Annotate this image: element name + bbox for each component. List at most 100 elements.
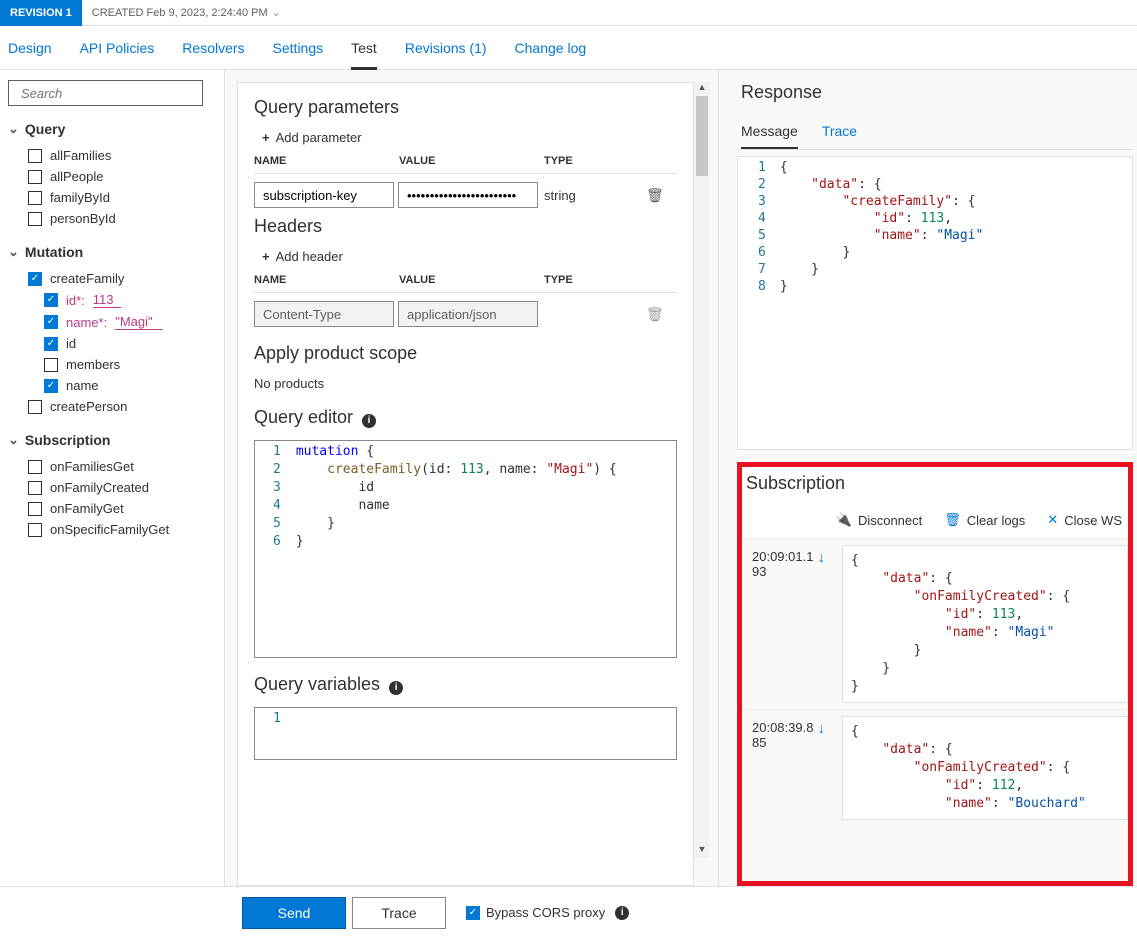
add-parameter-link[interactable]: Add parameter (254, 130, 677, 145)
field-label: name (66, 378, 99, 393)
tree-item-onfamilycreated[interactable]: onFamilyCreated (8, 477, 216, 498)
disconnect-button[interactable]: 🔌Disconnect (836, 512, 923, 528)
param-row-id[interactable]: id*: (8, 289, 216, 311)
event-timestamp: 20:08:39.885↓ (742, 710, 842, 826)
scrollbar[interactable]: ▲ ▼ (694, 82, 710, 858)
trash-icon[interactable]: 🗑 (646, 187, 664, 204)
table-header: NAME VALUE TYPE (254, 155, 677, 167)
trace-button[interactable]: Trace (352, 897, 446, 929)
tab-message[interactable]: Message (741, 117, 798, 149)
send-button[interactable]: Send (242, 897, 346, 929)
tree-item-familybyid[interactable]: familyById (8, 187, 216, 208)
checkbox[interactable] (28, 149, 42, 163)
tree-item-label: onFamilyCreated (50, 480, 149, 495)
response-body[interactable]: 12345678 { "data": { "createFamily": { "… (737, 156, 1133, 450)
event-payload[interactable]: { "data": { "onFamilyCreated": { "id": 1… (842, 545, 1128, 703)
checkbox[interactable] (28, 460, 42, 474)
section-title-headers: Headers (254, 216, 677, 237)
search-box[interactable] (8, 80, 203, 106)
checkbox[interactable] (44, 379, 58, 393)
field-row-id[interactable]: id (8, 333, 216, 354)
checkbox[interactable] (28, 400, 42, 414)
checkbox[interactable] (44, 337, 58, 351)
tree-item-onspecificfamilyget[interactable]: onSpecificFamilyGet (8, 519, 216, 540)
tab-trace[interactable]: Trace (822, 117, 857, 149)
checkbox[interactable] (28, 212, 42, 226)
checkbox[interactable] (28, 502, 42, 516)
tree-item-onfamilyget[interactable]: onFamilyGet (8, 498, 216, 519)
tree-item-allfamilies[interactable]: allFamilies (8, 145, 216, 166)
right-panel: Response Message Trace 12345678 { "data"… (719, 70, 1137, 886)
checkbox[interactable] (28, 170, 42, 184)
tree-item-createperson[interactable]: createPerson (8, 396, 216, 417)
table-header: NAME VALUE TYPE (254, 274, 677, 286)
bypass-cors-checkbox[interactable]: Bypass CORS proxy i (466, 905, 629, 920)
scroll-up-icon[interactable]: ▲ (694, 82, 710, 96)
tab-test[interactable]: Test (351, 26, 377, 70)
info-icon[interactable]: i (362, 414, 376, 428)
checkbox[interactable] (44, 293, 58, 307)
checkbox[interactable] (28, 272, 42, 286)
tab-resolvers[interactable]: Resolvers (182, 26, 244, 70)
info-icon[interactable]: i (615, 906, 629, 920)
checkbox[interactable] (44, 358, 58, 372)
checkbox[interactable] (44, 315, 58, 329)
tab-api-policies[interactable]: API Policies (80, 26, 155, 70)
checkbox[interactable] (466, 906, 480, 920)
tab-changelog[interactable]: Change log (515, 26, 587, 70)
tab-bar: Design API Policies Resolvers Settings T… (0, 26, 1137, 70)
revision-badge[interactable]: REVISION 1 (0, 0, 82, 26)
header-name-select[interactable] (254, 301, 394, 327)
tab-design[interactable]: Design (8, 26, 52, 70)
field-row-name[interactable]: name (8, 375, 216, 396)
checkbox[interactable] (28, 523, 42, 537)
event-payload[interactable]: { "data": { "onFamilyCreated": { "id": 1… (842, 716, 1128, 820)
tab-settings[interactable]: Settings (273, 26, 324, 70)
tree-header-subscription[interactable]: Subscription (8, 431, 216, 448)
col-header: TYPE (544, 274, 624, 286)
tree-item-onfamiliesget[interactable]: onFamiliesGet (8, 456, 216, 477)
tree-item-createfamily[interactable]: createFamily (8, 268, 216, 289)
col-header: NAME (254, 274, 399, 286)
search-input[interactable] (21, 86, 199, 101)
tab-revisions[interactable]: Revisions (1) (405, 26, 487, 70)
plug-icon: 🔌 (836, 512, 852, 528)
subscription-events: 20:09:01.193↓ { "data": { "onFamilyCreat… (742, 539, 1128, 881)
revision-created-label[interactable]: CREATED Feb 9, 2023, 2:24:40 PM (82, 6, 291, 19)
close-ws-button[interactable]: ✕Close WS (1047, 512, 1122, 528)
tree-header-mutation[interactable]: Mutation (8, 243, 216, 260)
tree-item-label: onSpecificFamilyGet (50, 522, 169, 537)
trash-icon[interactable]: 🗑 (646, 306, 664, 323)
tree-item-personbyid[interactable]: personById (8, 208, 216, 229)
query-editor[interactable]: 123456 mutation { createFamily(id: 113, … (254, 440, 677, 658)
tree-item-allpeople[interactable]: allPeople (8, 166, 216, 187)
param-name-input[interactable] (254, 182, 394, 208)
tree-header-label: Subscription (25, 432, 111, 448)
header-value-input[interactable] (398, 301, 538, 327)
field-row-members[interactable]: members (8, 354, 216, 375)
info-icon[interactable]: i (389, 681, 403, 695)
no-products-label: No products (254, 376, 677, 391)
code-content[interactable] (290, 708, 676, 759)
param-input-id[interactable] (93, 292, 121, 308)
subscription-panel: Subscription 🔌Disconnect 🗑Clear logs ✕Cl… (737, 462, 1133, 886)
subscription-actions: 🔌Disconnect 🗑Clear logs ✕Close WS (742, 508, 1128, 539)
scroll-thumb[interactable] (696, 96, 708, 176)
param-type-label: string (542, 188, 622, 203)
scroll-down-icon[interactable]: ▼ (694, 844, 710, 858)
arrow-down-icon: ↓ (817, 549, 825, 703)
param-value-input[interactable] (398, 182, 538, 208)
col-header: TYPE (544, 155, 624, 167)
query-variables-editor[interactable]: 1 (254, 707, 677, 760)
field-label: id (66, 336, 76, 351)
code-content[interactable]: mutation { createFamily(id: 113, name: "… (290, 441, 676, 657)
param-row-name[interactable]: name*: (8, 311, 216, 333)
response-tabs: Message Trace (737, 117, 1133, 150)
tree-header-query[interactable]: Query (8, 120, 216, 137)
checkbox[interactable] (28, 481, 42, 495)
tree-item-label: createPerson (50, 399, 127, 414)
clear-logs-button[interactable]: 🗑Clear logs (944, 512, 1025, 528)
checkbox[interactable] (28, 191, 42, 205)
add-header-link[interactable]: Add header (254, 249, 677, 264)
param-input-name[interactable] (115, 314, 163, 330)
